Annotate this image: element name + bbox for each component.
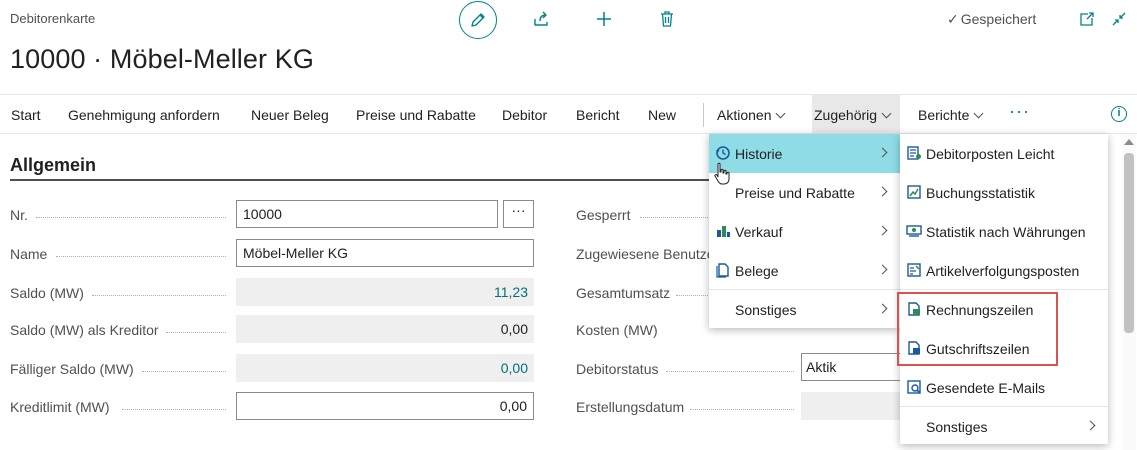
- dot-leader: [676, 295, 708, 296]
- field-label-debitorstatus: Debitorstatus: [576, 361, 659, 377]
- plus-icon: [597, 12, 611, 26]
- field-label-erstellungsdatum: Erstellungsdatum: [576, 399, 685, 415]
- hand-cursor-icon: [714, 162, 730, 185]
- highlight-annotation: [897, 292, 1058, 366]
- delete-button[interactable]: [657, 9, 677, 29]
- share-icon: [534, 11, 548, 26]
- faelliger-saldo-value[interactable]: 0,00: [236, 354, 534, 382]
- erstellungsdatum-value: [801, 392, 911, 420]
- field-label-saldo-kreditor: Saldo (MW) als Kreditor: [10, 322, 159, 338]
- menu-item-verkauf[interactable]: Verkauf: [709, 212, 900, 251]
- chevron-down-icon: [776, 108, 786, 119]
- dot-leader: [640, 217, 708, 218]
- action-new[interactable]: New: [648, 107, 676, 123]
- more-actions-button[interactable]: ···: [1009, 101, 1030, 122]
- field-label-kreditlimit: Kreditlimit (MW): [10, 399, 110, 415]
- field-label-faelliger-saldo: Fälliger Saldo (MW): [10, 361, 134, 377]
- dot-leader: [666, 371, 794, 372]
- action-neuer-beleg[interactable]: Neuer Beleg: [251, 107, 329, 123]
- document-icon: [716, 263, 729, 278]
- sent-emails-icon: [907, 380, 921, 394]
- menu-item-historie[interactable]: Historie: [709, 134, 900, 173]
- page-title: 10000 · Möbel-Meller KG: [10, 44, 314, 74]
- field-label-zugewiesene-benutzer: Zugewiesene Benutzer: [576, 246, 720, 262]
- history-icon: [716, 146, 730, 160]
- menu-item-belege[interactable]: Belege: [709, 251, 900, 290]
- scrollbar-thumb[interactable]: [1124, 153, 1134, 333]
- submenu-item-artikelverfolgungsposten[interactable]: Artikelverfolgungsposten: [900, 251, 1108, 290]
- dot-leader: [690, 409, 794, 410]
- chevron-right-icon: [1085, 420, 1096, 431]
- dot-leader: [142, 371, 226, 372]
- action-bar: Start Genehmigung anfordern Neuer Beleg …: [0, 94, 1137, 134]
- chevron-right-icon: [877, 225, 888, 236]
- field-label-saldo: Saldo (MW): [10, 285, 84, 301]
- field-label-kosten: Kosten (MW): [576, 322, 658, 338]
- dot-leader: [92, 295, 226, 296]
- menu-item-preise-und-rabatte[interactable]: Preise und Rabatte: [709, 173, 900, 212]
- ledger-entries-icon: [907, 146, 921, 160]
- checkmark-icon: ✓: [947, 11, 959, 27]
- sales-icon: [717, 226, 730, 237]
- action-start[interactable]: Start: [11, 107, 41, 123]
- field-label-nr: Nr.: [10, 207, 28, 223]
- saldo-value[interactable]: 11,23: [236, 278, 534, 306]
- chevron-right-icon: [877, 186, 888, 197]
- posting-statistics-icon: [907, 185, 921, 199]
- edit-button[interactable]: [459, 1, 497, 39]
- submenu-item-statistik-nach-waehrungen[interactable]: Statistik nach Währungen: [900, 212, 1108, 251]
- chevron-right-icon: [877, 147, 888, 158]
- currency-statistics-icon: [906, 225, 922, 237]
- submenu-item-debitorposten-leicht[interactable]: Debitorposten Leicht: [900, 134, 1108, 173]
- menu-item-sonstiges[interactable]: Sonstiges: [709, 290, 900, 329]
- chevron-down-icon: [881, 108, 892, 119]
- field-label-name: Name: [10, 246, 48, 262]
- debitorstatus-input[interactable]: Aktik: [801, 353, 911, 381]
- dot-leader: [56, 256, 226, 257]
- action-preise-und-rabatte[interactable]: Preise und Rabatte: [356, 107, 476, 123]
- nr-lookup-button[interactable]: ···: [503, 200, 534, 228]
- saved-status: ✓ Gespeichert: [947, 11, 1037, 27]
- open-in-new-window-icon: [1080, 12, 1094, 26]
- action-bericht[interactable]: Bericht: [576, 107, 620, 123]
- action-zugehoerig[interactable]: Zugehörig: [814, 107, 892, 123]
- pencil-icon: [471, 13, 485, 27]
- collapse-button[interactable]: [1109, 9, 1129, 29]
- submenu-item-sonstiges[interactable]: Sonstiges: [900, 407, 1108, 446]
- field-label-gesamtumsatz: Gesamtumsatz: [576, 285, 671, 301]
- chevron-right-icon: [877, 303, 888, 314]
- scroll-up-icon[interactable]: [1124, 139, 1134, 145]
- zugehoerig-menu: Historie Preise und Rabatte Verkauf Bele…: [709, 134, 900, 328]
- saldo-kreditor-value: 0,00: [236, 315, 534, 343]
- dot-leader: [166, 332, 226, 333]
- item-tracing-icon: [907, 263, 921, 277]
- dot-leader: [36, 217, 226, 218]
- action-aktionen[interactable]: Aktionen: [717, 107, 786, 123]
- action-separator: [703, 103, 704, 127]
- historie-submenu: Debitorposten Leicht Buchungsstatistik S…: [900, 134, 1108, 444]
- action-berichte[interactable]: Berichte: [918, 107, 984, 123]
- submenu-item-buchungsstatistik[interactable]: Buchungsstatistik: [900, 173, 1108, 212]
- dot-leader: [122, 409, 226, 410]
- trash-icon: [661, 11, 673, 27]
- open-new-window-button[interactable]: [1077, 9, 1097, 29]
- collapse-icon: [1112, 12, 1126, 26]
- action-debitor[interactable]: Debitor: [502, 107, 547, 123]
- share-button[interactable]: [531, 9, 551, 29]
- kreditlimit-input[interactable]: 0,00: [236, 392, 534, 420]
- new-button[interactable]: [594, 9, 614, 29]
- field-label-gesperrt: Gesperrt: [576, 207, 631, 223]
- info-icon[interactable]: i: [1111, 106, 1127, 122]
- section-divider: [10, 179, 715, 181]
- chevron-down-icon: [973, 108, 984, 119]
- name-input[interactable]: Möbel-Meller KG: [236, 239, 534, 267]
- chevron-right-icon: [877, 264, 888, 275]
- card-toolbar: ✓ Gespeichert: [0, 0, 1137, 40]
- action-genehmigung-anfordern[interactable]: Genehmigung anfordern: [68, 107, 220, 123]
- nr-input[interactable]: 10000: [236, 200, 498, 228]
- submenu-item-gesendete-emails[interactable]: Gesendete E-Mails: [900, 368, 1108, 407]
- section-title[interactable]: Allgemein: [10, 155, 96, 176]
